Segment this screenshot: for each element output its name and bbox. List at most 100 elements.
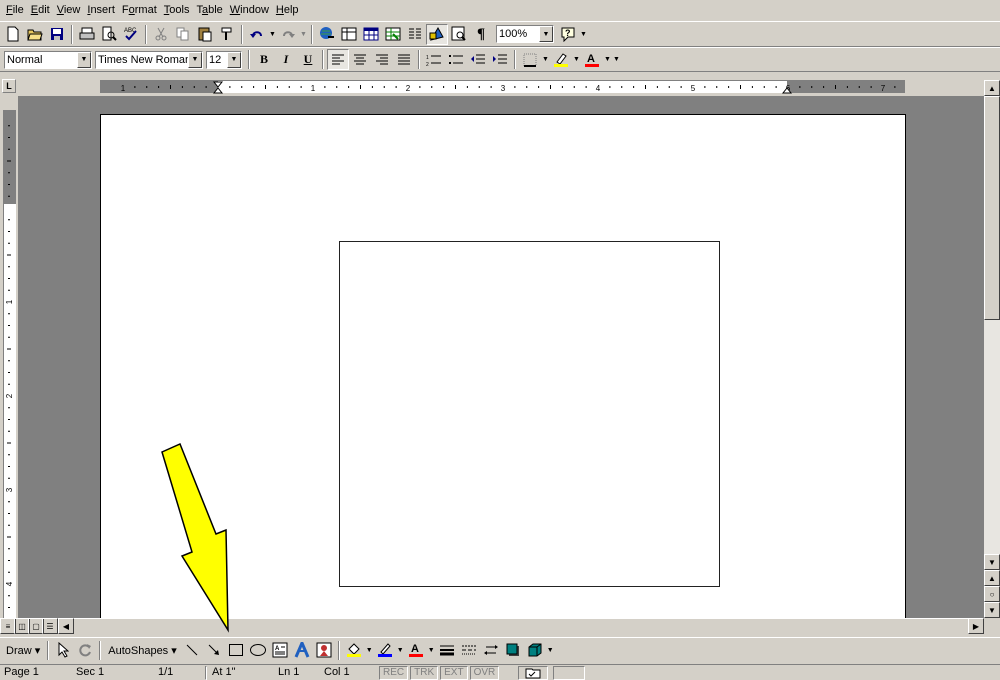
menu-help[interactable]: Help [274,0,304,21]
redo-dropdown-icon[interactable]: ▼ [299,31,308,38]
chevron-down-icon[interactable]: ▼ [539,26,553,42]
redo-icon[interactable] [277,24,299,45]
numbering-icon[interactable]: 12 [423,49,445,70]
menu-window[interactable]: Window [228,0,274,21]
free-rotate-icon[interactable] [74,640,96,661]
font-select[interactable]: Times New Roman ▼ [95,50,203,69]
line-style-icon[interactable] [436,640,458,661]
highlight-dropdown-icon[interactable]: ▼ [572,56,581,63]
previous-page-icon[interactable]: ▲ [984,570,1000,586]
scroll-left-icon[interactable]: ◀ [58,618,74,634]
status-trk[interactable]: TRK [411,667,437,679]
highlight-icon[interactable] [550,49,572,70]
save-icon[interactable] [46,24,68,45]
italic-icon[interactable]: I [275,49,297,70]
dash-style-icon[interactable] [458,640,480,661]
underline-icon[interactable]: U [297,49,319,70]
autoshapes-menu-button[interactable]: AutoShapes ▾ [104,644,181,657]
insert-excel-icon[interactable] [382,24,404,45]
undo-icon[interactable] [246,24,268,45]
fill-color-icon[interactable] [343,640,365,661]
rectangle-shape[interactable] [339,241,720,587]
font-color-icon[interactable]: A [405,640,427,661]
align-left-icon[interactable] [327,49,349,70]
font-color-dropdown-icon[interactable]: ▼ [603,56,612,63]
status-ext[interactable]: EXT [441,667,466,679]
menu-view[interactable]: View [55,0,86,21]
tables-borders-icon[interactable] [338,24,360,45]
menu-format[interactable]: Format [120,0,162,21]
toolbar-options-icon[interactable]: ▼ [546,647,555,654]
arrow-icon[interactable] [203,640,225,661]
tab-selector-icon[interactable]: L [2,79,16,93]
print-icon[interactable] [76,24,98,45]
borders-icon[interactable] [519,49,541,70]
line-color-icon[interactable] [374,640,396,661]
increase-indent-icon[interactable] [489,49,511,70]
style-select[interactable]: Normal ▼ [4,50,92,69]
chevron-down-icon[interactable]: ▼ [227,51,241,68]
show-hide-icon[interactable]: ¶ [470,24,492,45]
vertical-ruler[interactable]: 1 2 3 4 [0,96,18,618]
arrow-style-icon[interactable] [480,640,502,661]
document-page[interactable] [100,114,906,618]
new-icon[interactable] [2,24,24,45]
scroll-up-icon[interactable]: ▲ [984,80,1000,96]
menu-file[interactable]: File [4,0,29,21]
toolbar-options-icon[interactable]: ▼ [612,56,621,63]
open-icon[interactable] [24,24,46,45]
chevron-down-icon[interactable]: ▼ [77,51,91,68]
menu-tools[interactable]: Tools [162,0,195,21]
select-objects-icon[interactable] [52,640,74,661]
left-indent-marker[interactable] [212,81,224,94]
drawing-icon[interactable] [426,23,448,45]
align-center-icon[interactable] [349,49,371,70]
columns-icon[interactable] [404,24,426,45]
line-icon[interactable] [181,640,203,661]
scroll-down-icon[interactable]: ▼ [984,554,1000,570]
shadow-icon[interactable] [502,640,524,661]
bullets-icon[interactable] [445,49,467,70]
help-icon[interactable]: ? [557,24,579,45]
rectangle-icon[interactable] [225,640,247,661]
draw-menu-button[interactable]: Draw ▾ [2,644,44,657]
scroll-thumb[interactable] [984,96,1000,320]
paste-icon[interactable] [194,24,216,45]
spelling-icon[interactable]: ABC [120,24,142,45]
status-ovr[interactable]: OVR [471,667,499,679]
fill-color-dropdown-icon[interactable]: ▼ [365,647,374,654]
outline-view-icon[interactable]: ☰ [42,618,58,634]
line-color-dropdown-icon[interactable]: ▼ [396,647,405,654]
decrease-indent-icon[interactable] [467,49,489,70]
scroll-right-icon[interactable]: ▶ [968,618,984,634]
text-box-icon[interactable]: A [269,640,291,661]
toolbar-options-icon[interactable]: ▼ [579,31,588,38]
oval-icon[interactable] [247,640,269,661]
font-size-select[interactable]: 12 ▼ [206,50,242,69]
spelling-status-icon[interactable] [518,665,549,680]
3d-icon[interactable] [524,640,546,661]
horizontal-scroll-track[interactable] [74,618,968,634]
menu-insert[interactable]: Insert [85,0,120,21]
document-map-icon[interactable] [448,24,470,45]
copy-icon[interactable] [172,24,194,45]
cut-icon[interactable] [150,24,172,45]
horizontal-ruler[interactable]: 11234567 [100,80,905,94]
print-preview-icon[interactable] [98,24,120,45]
chevron-down-icon[interactable]: ▼ [188,51,202,68]
justify-icon[interactable] [393,49,415,70]
menu-edit[interactable]: Edit [29,0,55,21]
format-painter-icon[interactable] [216,24,238,45]
wordart-icon[interactable] [291,640,313,661]
bold-icon[interactable]: B [253,49,275,70]
menu-table[interactable]: Table [194,0,227,21]
align-right-icon[interactable] [371,49,393,70]
clipart-icon[interactable] [313,640,335,661]
font-color-icon[interactable]: A [581,49,603,70]
undo-dropdown-icon[interactable]: ▼ [268,31,277,38]
hyperlink-icon[interactable] [316,24,338,45]
borders-dropdown-icon[interactable]: ▼ [541,56,550,63]
insert-table-icon[interactable] [360,24,382,45]
select-browse-object-icon[interactable]: ○ [984,586,1000,602]
vertical-scrollbar[interactable]: ▲ ▼ ▲ ○ ▼ [984,80,1000,618]
